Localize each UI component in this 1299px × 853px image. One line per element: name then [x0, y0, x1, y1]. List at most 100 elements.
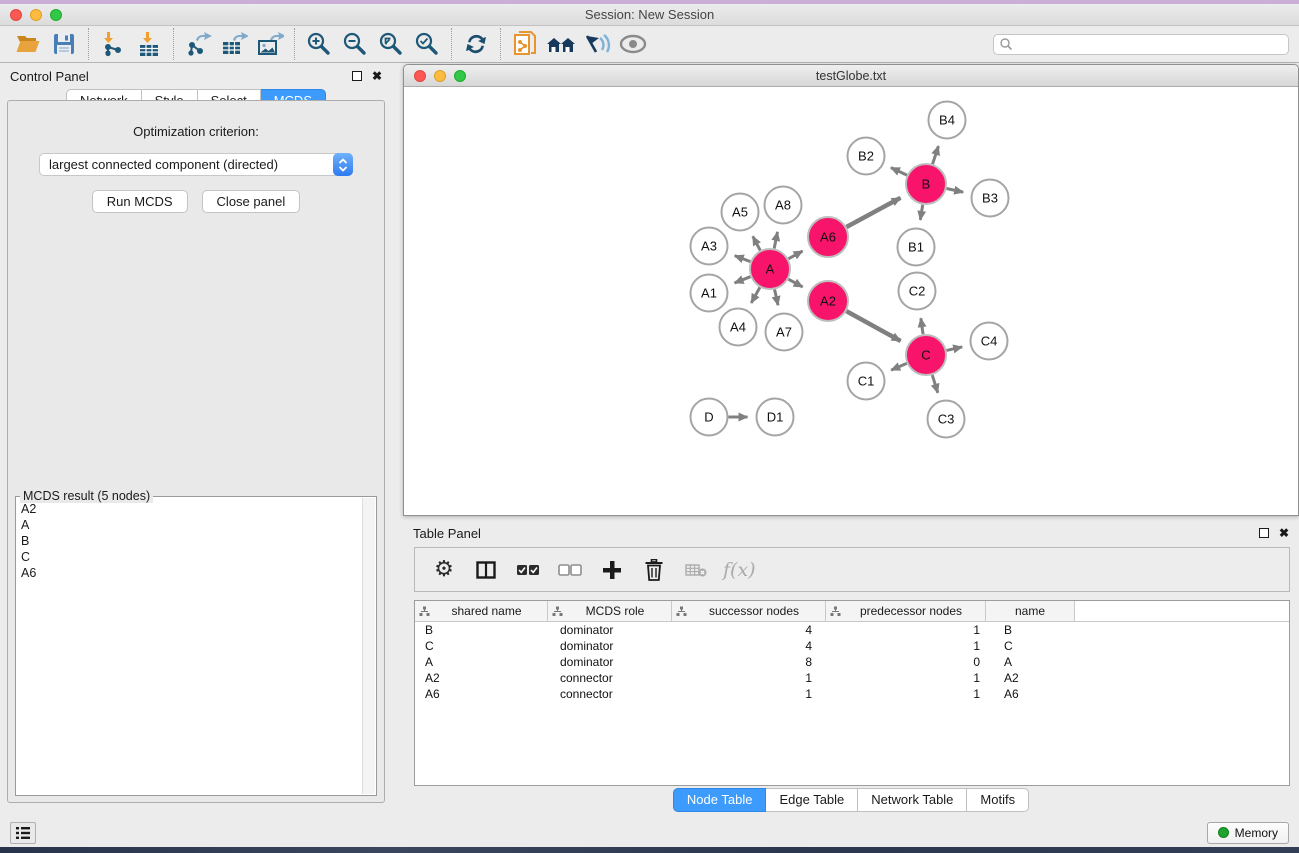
table-cell[interactable]: 1 — [826, 687, 986, 701]
mcds-result-list[interactable]: A2ABCA6 — [17, 498, 361, 794]
table-row[interactable]: Bdominator41B — [415, 622, 1289, 638]
open-file-icon[interactable] — [10, 28, 46, 60]
function-builder-icon[interactable]: f(x) — [723, 555, 756, 585]
result-item[interactable]: A6 — [21, 565, 357, 581]
table-row[interactable]: A2connector11A2 — [415, 670, 1289, 686]
table-cell[interactable]: dominator — [548, 623, 672, 637]
memory-button[interactable]: Memory — [1207, 822, 1289, 844]
zoom-fit-icon[interactable] — [373, 28, 409, 60]
float-table-panel-icon[interactable] — [1259, 528, 1269, 538]
edge-A2-C[interactable] — [846, 311, 900, 341]
export-table-icon[interactable] — [216, 28, 252, 60]
table-cell[interactable]: 1 — [826, 623, 986, 637]
column-header-shared-name[interactable]: shared name — [415, 601, 548, 621]
search-input[interactable] — [993, 34, 1289, 55]
table-row[interactable]: A6connector11A6 — [415, 686, 1289, 702]
edge-C-C1[interactable] — [891, 363, 906, 370]
edge-C-C4[interactable] — [946, 347, 962, 350]
table-cell[interactable]: dominator — [548, 655, 672, 669]
table-cell[interactable]: dominator — [548, 639, 672, 653]
tab-node-table[interactable]: Node Table — [673, 788, 767, 812]
zoom-in-icon[interactable] — [301, 28, 337, 60]
edge-C-C2[interactable] — [921, 318, 923, 334]
close-panel-icon[interactable]: ✖ — [372, 71, 382, 81]
edge-B-B2[interactable] — [891, 168, 907, 175]
select-all-columns-icon[interactable] — [513, 555, 543, 585]
table-cell[interactable]: 4 — [672, 639, 826, 653]
tab-edge-table[interactable]: Edge Table — [766, 788, 858, 812]
network-window-titlebar[interactable]: testGlobe.txt — [404, 65, 1298, 87]
node-table[interactable]: shared nameMCDS rolesuccessor nodesprede… — [414, 600, 1290, 786]
float-panel-icon[interactable] — [352, 71, 362, 81]
network-canvas[interactable]: AA1A2A3A4A5A6A7A8BB1B2B3B4CC1C2C3C4DD1 — [404, 87, 1298, 515]
table-cell[interactable]: 1 — [672, 687, 826, 701]
table-cell[interactable]: A6 — [986, 687, 1075, 701]
edge-A-A8[interactable] — [774, 232, 777, 248]
table-row[interactable]: Cdominator41C — [415, 638, 1289, 654]
table-cell[interactable]: 1 — [826, 639, 986, 653]
close-panel-button[interactable]: Close panel — [202, 190, 301, 213]
column-header-name[interactable]: name — [986, 601, 1075, 621]
task-history-icon[interactable] — [10, 822, 36, 844]
table-cell[interactable]: 1 — [672, 671, 826, 685]
tab-motifs[interactable]: Motifs — [967, 788, 1029, 812]
edge-B-B3[interactable] — [947, 188, 964, 192]
export-image-icon[interactable] — [252, 28, 288, 60]
result-item[interactable]: A2 — [21, 501, 357, 517]
table-cell[interactable]: C — [986, 639, 1075, 653]
first-neighbors-icon[interactable] — [543, 28, 579, 60]
edge-C-C3[interactable] — [932, 375, 938, 393]
delete-table-icon[interactable] — [681, 555, 711, 585]
table-cell[interactable]: A — [986, 655, 1075, 669]
apply-layout-icon[interactable] — [458, 28, 494, 60]
table-options-gear-icon[interactable]: ⚙ — [429, 555, 459, 585]
table-row[interactable]: Adominator80A — [415, 654, 1289, 670]
add-column-icon[interactable] — [597, 555, 627, 585]
table-cell[interactable]: 4 — [672, 623, 826, 637]
tab-network-table[interactable]: Network Table — [858, 788, 967, 812]
result-item[interactable]: B — [21, 533, 357, 549]
show-column-icon[interactable] — [471, 555, 501, 585]
edge-B-B4[interactable] — [933, 146, 939, 164]
table-cell[interactable]: B — [415, 623, 548, 637]
result-item[interactable]: C — [21, 549, 357, 565]
edge-A-A6[interactable] — [788, 251, 802, 259]
new-network-from-selection-icon[interactable] — [507, 28, 543, 60]
zoom-out-icon[interactable] — [337, 28, 373, 60]
graphics-details-icon[interactable] — [579, 28, 615, 60]
table-cell[interactable]: A6 — [415, 687, 548, 701]
result-item[interactable]: A — [21, 517, 357, 533]
edge-A-A3[interactable] — [735, 256, 751, 262]
table-cell[interactable]: B — [986, 623, 1075, 637]
save-session-icon[interactable] — [46, 28, 82, 60]
table-cell[interactable]: 8 — [672, 655, 826, 669]
edge-A6-B[interactable] — [846, 198, 900, 227]
edge-A-A1[interactable] — [735, 277, 751, 283]
edge-A-A7[interactable] — [775, 289, 778, 305]
run-mcds-button[interactable]: Run MCDS — [92, 190, 188, 213]
table-cell[interactable]: A2 — [986, 671, 1075, 685]
delete-column-icon[interactable] — [639, 555, 669, 585]
unselect-all-columns-icon[interactable] — [555, 555, 585, 585]
import-network-icon[interactable] — [95, 28, 131, 60]
optimization-criterion-select[interactable]: largest connected component (directed) — [39, 153, 353, 176]
table-cell[interactable]: C — [415, 639, 548, 653]
column-header-MCDS-role[interactable]: MCDS role — [548, 601, 672, 621]
column-header-predecessor-nodes[interactable]: predecessor nodes — [826, 601, 986, 621]
birds-eye-view-icon[interactable] — [615, 28, 651, 60]
table-cell[interactable]: 1 — [826, 671, 986, 685]
import-table-icon[interactable] — [131, 28, 167, 60]
edge-A-A2[interactable] — [788, 279, 802, 287]
table-cell[interactable]: A2 — [415, 671, 548, 685]
table-cell[interactable]: connector — [548, 687, 672, 701]
edge-B-B1[interactable] — [920, 205, 922, 220]
table-cell[interactable]: A — [415, 655, 548, 669]
export-network-icon[interactable] — [180, 28, 216, 60]
column-header-successor-nodes[interactable]: successor nodes — [672, 601, 826, 621]
table-cell[interactable]: connector — [548, 671, 672, 685]
edge-A-A5[interactable] — [753, 236, 760, 250]
zoom-selected-icon[interactable] — [409, 28, 445, 60]
edge-A-A4[interactable] — [751, 287, 760, 303]
close-table-panel-icon[interactable]: ✖ — [1279, 528, 1289, 538]
table-cell[interactable]: 0 — [826, 655, 986, 669]
